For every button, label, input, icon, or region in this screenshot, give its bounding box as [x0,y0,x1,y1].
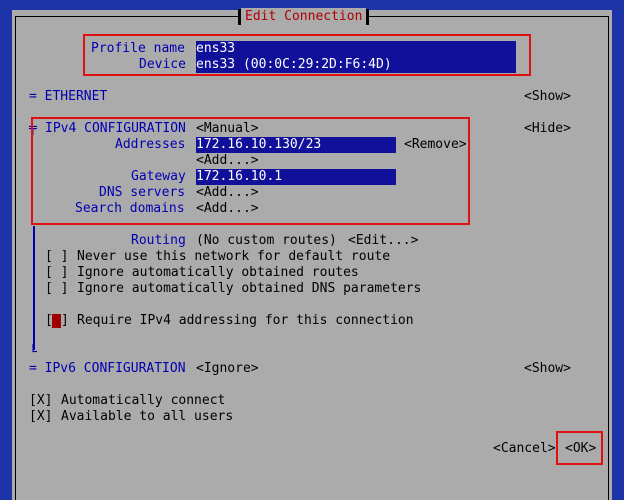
dialog-title: Edit Connection [241,8,367,26]
terminal-cursor [52,314,61,328]
ignore-dns-label: Ignore automatically obtained DNS parame… [77,281,422,296]
auto-connect-checkbox[interactable]: [X] [29,393,52,409]
never-default-label: Never use this network for default route [77,249,391,264]
ignore-routes-label: Ignore automatically obtained routes [77,265,359,280]
routing-label: Routing [131,233,186,248]
auto-connect-label: Automatically connect [61,393,226,408]
profile-highlight-box [83,34,531,76]
ethernet-show-button[interactable]: <Show> [524,89,571,105]
all-users-label: Available to all users [61,409,234,424]
require-ipv4-checkbox-right[interactable]: ] [61,313,69,329]
ipv4-section-bracket [33,226,35,350]
title-right-bracket [366,9,370,25]
ipv6-show-button[interactable]: <Show> [524,361,571,377]
ignore-dns-checkbox[interactable]: [ ] [45,281,68,297]
ok-highlight-box [556,431,603,465]
dialog-title-bar: Edit Connection [238,8,370,26]
ipv6-section-label: = IPv6 CONFIGURATION [29,361,186,376]
ipv4-highlight-box [31,117,470,225]
never-default-checkbox[interactable]: [ ] [45,249,68,265]
routing-value: (No custom routes) [196,233,337,248]
all-users-checkbox[interactable]: [X] [29,409,52,425]
ipv6-method-dropdown[interactable]: <Ignore> [196,361,259,377]
ignore-routes-checkbox[interactable]: [ ] [45,265,68,281]
ipv4-hide-button[interactable]: <Hide> [524,121,571,137]
ipv4-footer-marker: └ [29,345,37,360]
require-ipv4-label: Require IPv4 addressing for this connect… [77,313,414,328]
terminal-screen: Edit Connection Profile name ens33 Devic… [0,0,624,500]
cancel-button[interactable]: <Cancel> [493,441,556,457]
ethernet-section-label[interactable]: = ETHERNET [29,89,107,105]
routing-edit-button[interactable]: <Edit...> [348,233,418,249]
